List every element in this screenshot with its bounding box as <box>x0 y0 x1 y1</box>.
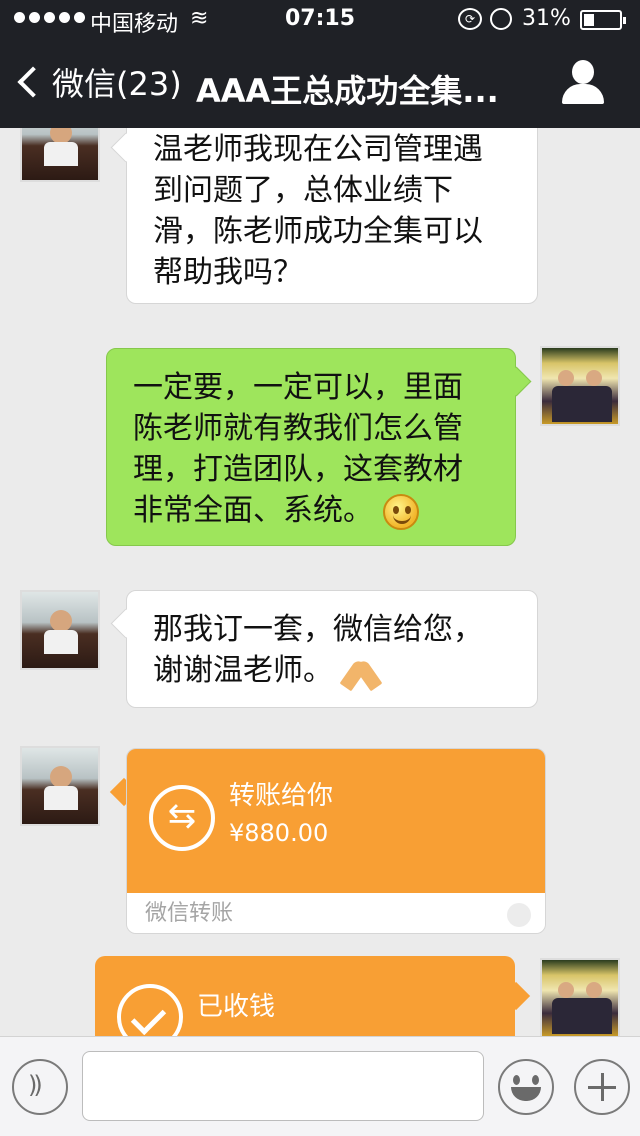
back-button[interactable]: 微信(23) <box>14 58 182 106</box>
status-bar: 中国移动 ≋ 07:15 ⟳ 31% <box>0 0 640 40</box>
chat-info-person-icon[interactable] <box>560 60 606 108</box>
my-avatar[interactable] <box>540 346 620 426</box>
transfer-footer-label: 微信转账 <box>145 901 234 926</box>
input-bar <box>0 1036 640 1136</box>
back-label: 微信(23) <box>52 65 182 103</box>
contact-avatar[interactable] <box>20 590 100 670</box>
message-text: 一定要，一定可以，里面陈老师就有教我们怎么管理，打造团队，这套教材非常全面、系统… <box>133 367 489 531</box>
message-text: 那我订一套，微信给您，谢谢温老师。 <box>153 609 511 691</box>
battery-percent: 31% <box>522 6 571 31</box>
alarm-icon <box>490 8 512 30</box>
contact-avatar[interactable] <box>20 128 100 182</box>
wechat-pay-shield-icon <box>507 903 531 927</box>
pray-hands-emoji-icon <box>343 654 383 690</box>
chat-area[interactable]: 温老师我现在公司管理遇到问题了，总体业绩下滑，陈老师成功全集可以帮助我吗？ 一定… <box>0 128 640 1036</box>
my-avatar[interactable] <box>540 958 620 1036</box>
transfer-label: 转账给你 <box>229 781 334 811</box>
transfer-card[interactable]: 转账给你 ¥880.00 微信转账 <box>126 748 546 934</box>
smile-emoji-icon <box>382 493 419 530</box>
message-bubble-outgoing[interactable]: 一定要，一定可以，里面陈老师就有教我们怎么管理，打造团队，这套教材非常全面、系统… <box>106 348 516 546</box>
chat-title: AAA王总成功全集... <box>196 72 499 110</box>
transfer-arrows-icon <box>149 785 215 851</box>
message-text: 温老师我现在公司管理遇到问题了，总体业绩下滑，陈老师成功全集可以帮助我吗？ <box>153 132 483 290</box>
nav-bar: 微信(23) AAA王总成功全集... <box>0 40 640 128</box>
battery-icon <box>580 10 626 30</box>
emoji-button[interactable] <box>498 1059 554 1115</box>
message-input[interactable] <box>82 1051 484 1121</box>
checkmark-icon <box>117 984 183 1036</box>
more-options-button[interactable] <box>574 1059 630 1115</box>
voice-input-button[interactable] <box>12 1059 68 1115</box>
message-bubble-incoming[interactable]: 那我订一套，微信给您，谢谢温老师。 <box>126 590 538 708</box>
message-text-content: 那我订一套，微信给您，谢谢温老师。 <box>153 612 483 688</box>
received-card[interactable]: 已收钱 <box>95 956 515 1036</box>
transfer-amount: ¥880.00 <box>229 819 329 847</box>
received-label: 已收钱 <box>197 992 276 1022</box>
top-bar: 中国移动 ≋ 07:15 ⟳ 31% 微信(23) AAA王总成功全集... <box>0 0 640 128</box>
chevron-left-icon <box>17 66 49 98</box>
rotation-lock-icon: ⟳ <box>458 8 482 30</box>
contact-avatar[interactable] <box>20 746 100 826</box>
message-bubble-incoming[interactable]: 温老师我现在公司管理遇到问题了，总体业绩下滑，陈老师成功全集可以帮助我吗？ <box>126 128 538 304</box>
